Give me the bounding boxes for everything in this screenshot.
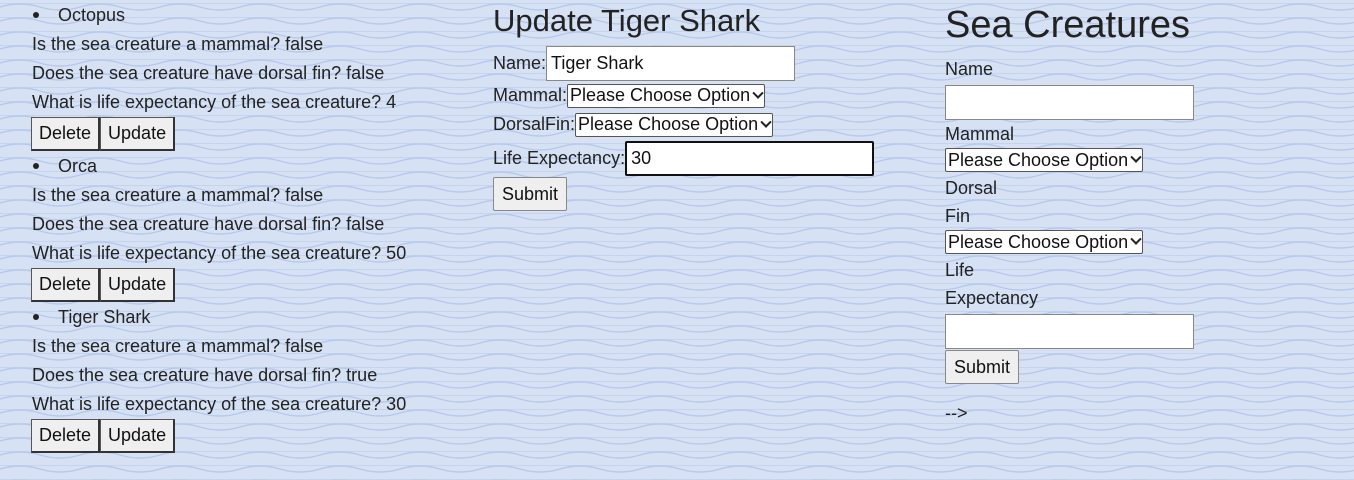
update-button[interactable]: Update xyxy=(100,268,176,302)
creature-header: Tiger Shark xyxy=(0,302,470,332)
update-button[interactable]: Update xyxy=(100,117,176,151)
list-item: Orca Is the sea creature a mammal? false D… xyxy=(0,151,470,302)
create-name-label: Name xyxy=(945,59,994,79)
mammal-line: Is the sea creature a mammal? false xyxy=(32,185,324,205)
update-mammal-selected: Please Choose Option xyxy=(570,85,751,105)
create-mammal-selected: Please Choose Option xyxy=(948,149,1129,170)
create-mammal-label: Mammal xyxy=(945,124,1015,144)
create-fin-select[interactable]: Please Choose Option xyxy=(945,230,1144,254)
update-fin-select[interactable]: Please Choose Option xyxy=(575,112,774,137)
delete-button[interactable]: Delete xyxy=(31,419,101,453)
update-fin-label: DorsalFin: xyxy=(493,114,576,134)
bullet-icon xyxy=(33,163,39,169)
update-fin-selected: Please Choose Option xyxy=(578,114,759,134)
create-mammal-select[interactable]: Please Choose Option xyxy=(945,148,1144,172)
update-mammal-select[interactable]: Please Choose Option xyxy=(567,83,766,108)
creature-name: Tiger Shark xyxy=(58,307,151,327)
create-form: Sea Creatures Name Mammal Please Choose … xyxy=(945,0,1305,424)
life-expectancy-line: What is life expectancy of the sea creat… xyxy=(32,243,407,263)
update-mammal-label: Mammal: xyxy=(493,85,568,105)
chevron-down-icon xyxy=(752,87,764,99)
update-form-title: Update Tiger Shark xyxy=(493,3,761,38)
create-fin-selected: Please Choose Option xyxy=(948,231,1129,252)
chevron-down-icon xyxy=(1130,151,1142,163)
create-life-label-line1: Life xyxy=(945,260,975,280)
chevron-down-icon xyxy=(760,116,772,128)
update-form: Update Tiger Shark Name: Mammal: Please … xyxy=(493,0,893,211)
create-name-input[interactable] xyxy=(945,85,1194,120)
mammal-line: Is the sea creature a mammal? false xyxy=(32,34,324,54)
delete-button[interactable]: Delete xyxy=(31,117,101,151)
create-fin-label-line1: Dorsal xyxy=(945,178,998,198)
creature-name: Orca xyxy=(58,156,98,176)
creature-header: Octopus xyxy=(0,0,470,30)
create-life-label-line2: Expectancy xyxy=(945,288,1039,308)
update-fin-row: DorsalFin: Please Choose Option xyxy=(493,110,893,139)
update-name-label: Name: xyxy=(493,52,547,73)
create-submit-button[interactable]: Submit xyxy=(945,350,1020,384)
action-buttons: Delete Update xyxy=(0,419,470,453)
action-buttons: Delete Update xyxy=(0,268,470,302)
update-submit-button[interactable]: Submit xyxy=(493,177,568,211)
bullet-icon xyxy=(33,12,39,18)
delete-button[interactable]: Delete xyxy=(31,268,101,302)
list-item: Tiger Shark Is the sea creature a mammal?… xyxy=(0,302,470,453)
mammal-line: Is the sea creature a mammal? false xyxy=(32,336,324,356)
update-life-row: Life Expectancy: xyxy=(493,140,893,176)
page-title: Sea Creatures xyxy=(945,4,1191,46)
creature-name: Octopus xyxy=(58,5,126,25)
life-expectancy-line: What is life expectancy of the sea creat… xyxy=(32,92,397,112)
update-mammal-row: Mammal: Please Choose Option xyxy=(493,81,893,110)
creature-list: Octopus Is the sea creature a mammal? fal… xyxy=(0,0,470,453)
update-name-row: Name: xyxy=(493,45,893,81)
list-item: Octopus Is the sea creature a mammal? fal… xyxy=(0,0,470,151)
bullet-icon xyxy=(33,314,39,320)
update-life-input[interactable] xyxy=(625,140,875,176)
create-life-input[interactable] xyxy=(945,314,1194,349)
dorsal-fin-line: Does the sea creature have dorsal fin? f… xyxy=(32,63,385,83)
action-buttons: Delete Update xyxy=(0,117,470,151)
create-fin-label-line2: Fin xyxy=(945,206,971,226)
update-life-label: Life Expectancy: xyxy=(493,147,626,168)
update-button[interactable]: Update xyxy=(100,419,176,453)
update-name-input[interactable] xyxy=(546,45,796,81)
creature-header: Orca xyxy=(0,151,470,181)
stray-text: --> xyxy=(945,403,968,423)
life-expectancy-line: What is life expectancy of the sea creat… xyxy=(32,394,407,414)
chevron-down-icon xyxy=(1130,233,1142,245)
dorsal-fin-line: Does the sea creature have dorsal fin? f… xyxy=(32,214,385,234)
dorsal-fin-line: Does the sea creature have dorsal fin? t… xyxy=(32,365,378,385)
